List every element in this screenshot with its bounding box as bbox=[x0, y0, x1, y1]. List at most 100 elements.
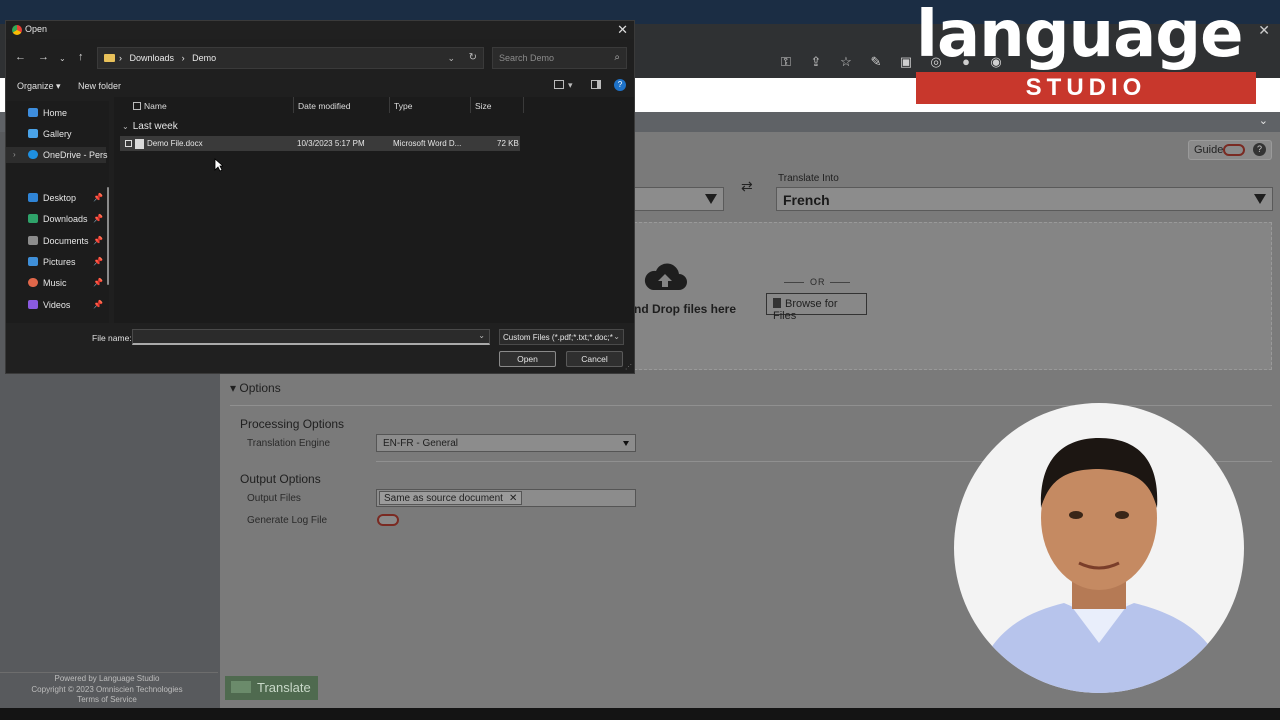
table-row[interactable]: Demo File.docx 10/3/2023 5:17 PM Microso… bbox=[120, 136, 520, 151]
chrome-icon bbox=[12, 25, 22, 35]
output-files-tag: Same as source document ✕ bbox=[379, 491, 523, 505]
cloud-icon bbox=[28, 150, 38, 159]
file-type-filter-select[interactable]: Custom Files (*.pdf;*.txt;*.doc;* ⌄ bbox=[499, 329, 624, 345]
options-toggle[interactable]: ▾ Options bbox=[230, 381, 281, 395]
pen-icon[interactable]: ✎ bbox=[868, 54, 884, 70]
chevron-down-icon[interactable]: ⌄ bbox=[1259, 114, 1268, 127]
dialog-bottom-bar: File name: ⌄ Custom Files (*.pdf;*.txt;*… bbox=[6, 323, 634, 373]
row-checkbox[interactable] bbox=[125, 140, 132, 147]
pin-icon[interactable]: 📌 bbox=[93, 278, 103, 287]
chevron-down-icon: ⌄ bbox=[613, 332, 620, 341]
search-icon: ⌕ bbox=[614, 52, 620, 63]
column-divider[interactable] bbox=[293, 97, 294, 113]
footer-terms-link[interactable]: Terms of Service bbox=[0, 695, 214, 706]
output-options-title: Output Options bbox=[240, 472, 321, 486]
target-language-select[interactable]: French bbox=[776, 187, 1273, 211]
translate-button[interactable]: Translate bbox=[225, 676, 318, 700]
cancel-button[interactable]: Cancel bbox=[566, 351, 623, 367]
nav-item-gallery[interactable]: Gallery bbox=[28, 129, 72, 143]
presenter-video bbox=[954, 403, 1244, 693]
dropdown-arrow-icon bbox=[1254, 194, 1266, 204]
help-icon[interactable]: ? bbox=[614, 79, 626, 91]
column-header-name[interactable]: Name bbox=[144, 101, 167, 111]
chevron-down-icon[interactable]: ⌄ bbox=[447, 53, 455, 64]
group-header[interactable]: ⌄ Last week bbox=[122, 121, 178, 132]
output-files-field[interactable]: Same as source document ✕ bbox=[376, 489, 636, 507]
resize-grip-icon[interactable]: ⋰ bbox=[625, 363, 632, 371]
nav-item-documents[interactable]: Documents 📌 bbox=[28, 236, 103, 250]
output-files-tag-label: Same as source document bbox=[384, 493, 503, 504]
open-file-dialog: Open ✕ ← → ⌄ ↑ › Downloads › Demo ⌄ ↻ Se… bbox=[5, 20, 635, 374]
nav-item-desktop[interactable]: Desktop 📌 bbox=[28, 193, 103, 207]
column-divider[interactable] bbox=[389, 97, 390, 113]
guide-label: Guide bbox=[1194, 144, 1224, 156]
view-options-icon[interactable] bbox=[554, 80, 564, 89]
address-bar[interactable]: › Downloads › Demo ⌄ ↻ bbox=[97, 47, 484, 69]
chevron-down-icon[interactable]: ▾ bbox=[568, 80, 573, 91]
file-type-filter-value: Custom Files (*.pdf;*.txt;*.doc;* bbox=[503, 333, 613, 342]
nav-item-label: Music bbox=[43, 278, 67, 288]
nav-scrollbar[interactable] bbox=[107, 187, 109, 285]
translation-engine-select[interactable]: EN-FR - General bbox=[376, 434, 636, 452]
pin-icon[interactable]: 📌 bbox=[93, 300, 103, 309]
breadcrumb-item[interactable]: Downloads bbox=[130, 53, 175, 63]
open-button[interactable]: Open bbox=[499, 351, 556, 367]
footer-copyright: Copyright © 2023 Omniscien Technologies bbox=[31, 684, 183, 694]
breadcrumb-item[interactable]: Demo bbox=[192, 53, 216, 63]
chevron-right-icon[interactable]: › bbox=[13, 150, 16, 159]
nav-item-home[interactable]: Home bbox=[28, 108, 67, 122]
source-language-select[interactable] bbox=[634, 187, 724, 211]
nav-item-downloads[interactable]: Downloads 📌 bbox=[28, 214, 103, 228]
new-folder-button[interactable]: New folder bbox=[78, 81, 121, 91]
file-name-input[interactable]: ⌄ bbox=[132, 329, 490, 345]
chevron-down-icon[interactable]: ⌄ bbox=[478, 331, 485, 340]
browse-files-button[interactable]: Browse for Files bbox=[766, 293, 867, 322]
search-input[interactable]: Search Demo ⌕ bbox=[492, 47, 627, 69]
guide-switch[interactable] bbox=[1223, 144, 1245, 156]
nav-item-label: Gallery bbox=[43, 129, 72, 139]
nav-item-label: Pictures bbox=[43, 257, 76, 267]
pin-icon[interactable]: 📌 bbox=[93, 193, 103, 202]
recent-locations-icon[interactable]: ⌄ bbox=[59, 54, 66, 63]
column-divider[interactable] bbox=[470, 97, 471, 113]
help-icon[interactable]: ? bbox=[1253, 143, 1266, 156]
preview-pane-icon[interactable] bbox=[591, 80, 601, 89]
remove-tag-icon[interactable]: ✕ bbox=[509, 493, 517, 504]
share-icon[interactable]: ⇪ bbox=[808, 54, 824, 70]
close-icon[interactable]: ✕ bbox=[617, 22, 628, 38]
nav-item-pictures[interactable]: Pictures 📌 bbox=[28, 257, 103, 271]
logo-studio-bar: STUDIO bbox=[916, 72, 1256, 104]
up-arrow-icon[interactable]: ↑ bbox=[78, 51, 84, 63]
dialog-nav-row: ← → ⌄ ↑ › Downloads › Demo ⌄ ↻ Search De… bbox=[6, 45, 634, 71]
nav-item-music[interactable]: Music 📌 bbox=[28, 278, 103, 292]
file-drop-zone[interactable] bbox=[634, 222, 1272, 370]
back-arrow-icon[interactable]: ← bbox=[15, 51, 26, 63]
pin-icon[interactable]: 📌 bbox=[93, 214, 103, 223]
forward-arrow-icon[interactable]: → bbox=[38, 51, 49, 63]
pin-icon[interactable]: 📌 bbox=[93, 257, 103, 266]
key-icon[interactable]: ⚿ bbox=[778, 54, 794, 70]
column-header-type[interactable]: Type bbox=[394, 101, 412, 111]
nav-item-onedrive[interactable]: OneDrive - Pers bbox=[28, 150, 108, 164]
star-icon[interactable]: ☆ bbox=[838, 54, 854, 70]
generate-log-toggle[interactable] bbox=[377, 514, 399, 526]
extension-icon[interactable]: ▣ bbox=[898, 54, 914, 70]
pin-icon[interactable]: 📌 bbox=[93, 236, 103, 245]
guide-toggle[interactable]: Guide ? bbox=[1188, 140, 1272, 160]
desktop-icon bbox=[28, 193, 38, 202]
language-studio-logo: language STUDIO bbox=[916, 0, 1256, 104]
nav-item-videos[interactable]: Videos 📌 bbox=[28, 300, 103, 314]
divider bbox=[830, 282, 850, 283]
column-divider[interactable] bbox=[523, 97, 524, 113]
organize-menu[interactable]: Organize ▾ bbox=[17, 81, 61, 92]
processing-options-title: Processing Options bbox=[240, 417, 345, 431]
swap-languages-icon[interactable]: ⇄ bbox=[741, 178, 753, 195]
column-header-size[interactable]: Size bbox=[475, 101, 492, 111]
column-header-date[interactable]: Date modified bbox=[298, 101, 350, 111]
file-size: 72 KB bbox=[497, 139, 519, 148]
refresh-icon[interactable]: ↻ bbox=[469, 52, 477, 63]
close-icon[interactable]: ✕ bbox=[1258, 22, 1270, 39]
translate-into-label: Translate Into bbox=[778, 173, 839, 184]
select-all-checkbox[interactable] bbox=[133, 102, 141, 110]
chevron-down-icon: ⌄ bbox=[122, 122, 129, 131]
